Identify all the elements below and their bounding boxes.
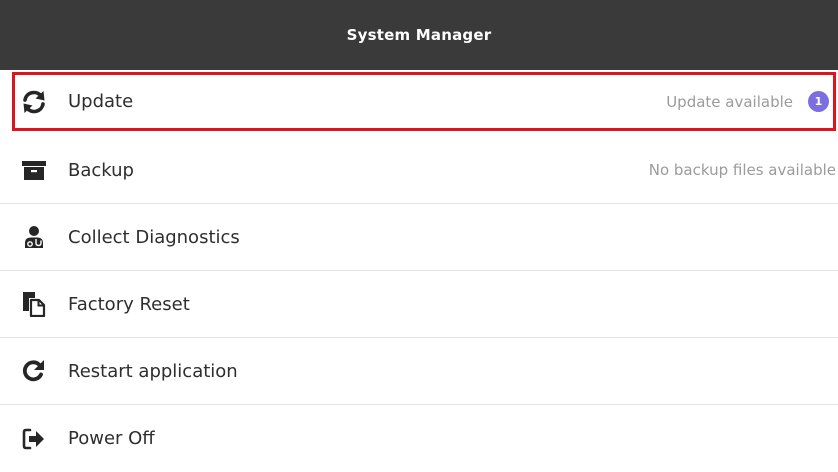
- menu-item-update[interactable]: Update Update available 1: [12, 72, 836, 131]
- menu-item-power-off[interactable]: Power Off: [0, 405, 838, 472]
- menu-item-restart-application[interactable]: Restart application: [0, 338, 838, 405]
- archive-box-icon: [20, 156, 48, 184]
- backup-status-text: No backup files available: [648, 161, 836, 179]
- restart-icon: [20, 357, 48, 385]
- copy-files-icon: [20, 290, 48, 318]
- update-count-badge: 1: [808, 91, 829, 112]
- sign-out-icon: [20, 425, 48, 453]
- update-status-text: Update available: [666, 92, 793, 111]
- menu-item-factory-reset[interactable]: Factory Reset: [0, 271, 838, 338]
- menu-item-backup[interactable]: Backup No backup files available: [0, 137, 838, 204]
- menu-item-collect-diagnostics[interactable]: Collect Diagnostics: [0, 204, 838, 271]
- menu-item-label: Power Off: [68, 428, 155, 449]
- menu-item-label: Factory Reset: [68, 293, 190, 315]
- page-title: System Manager: [346, 26, 492, 44]
- app-header: System Manager: [0, 0, 838, 70]
- system-menu: Update Update available 1 Backup No back…: [0, 70, 838, 472]
- refresh-icon: [20, 88, 48, 116]
- menu-item-label: Update: [68, 91, 134, 112]
- menu-item-label: Backup: [68, 159, 134, 181]
- menu-item-label: Collect Diagnostics: [68, 226, 240, 248]
- menu-item-label: Restart application: [68, 360, 238, 382]
- doctor-icon: [20, 223, 48, 251]
